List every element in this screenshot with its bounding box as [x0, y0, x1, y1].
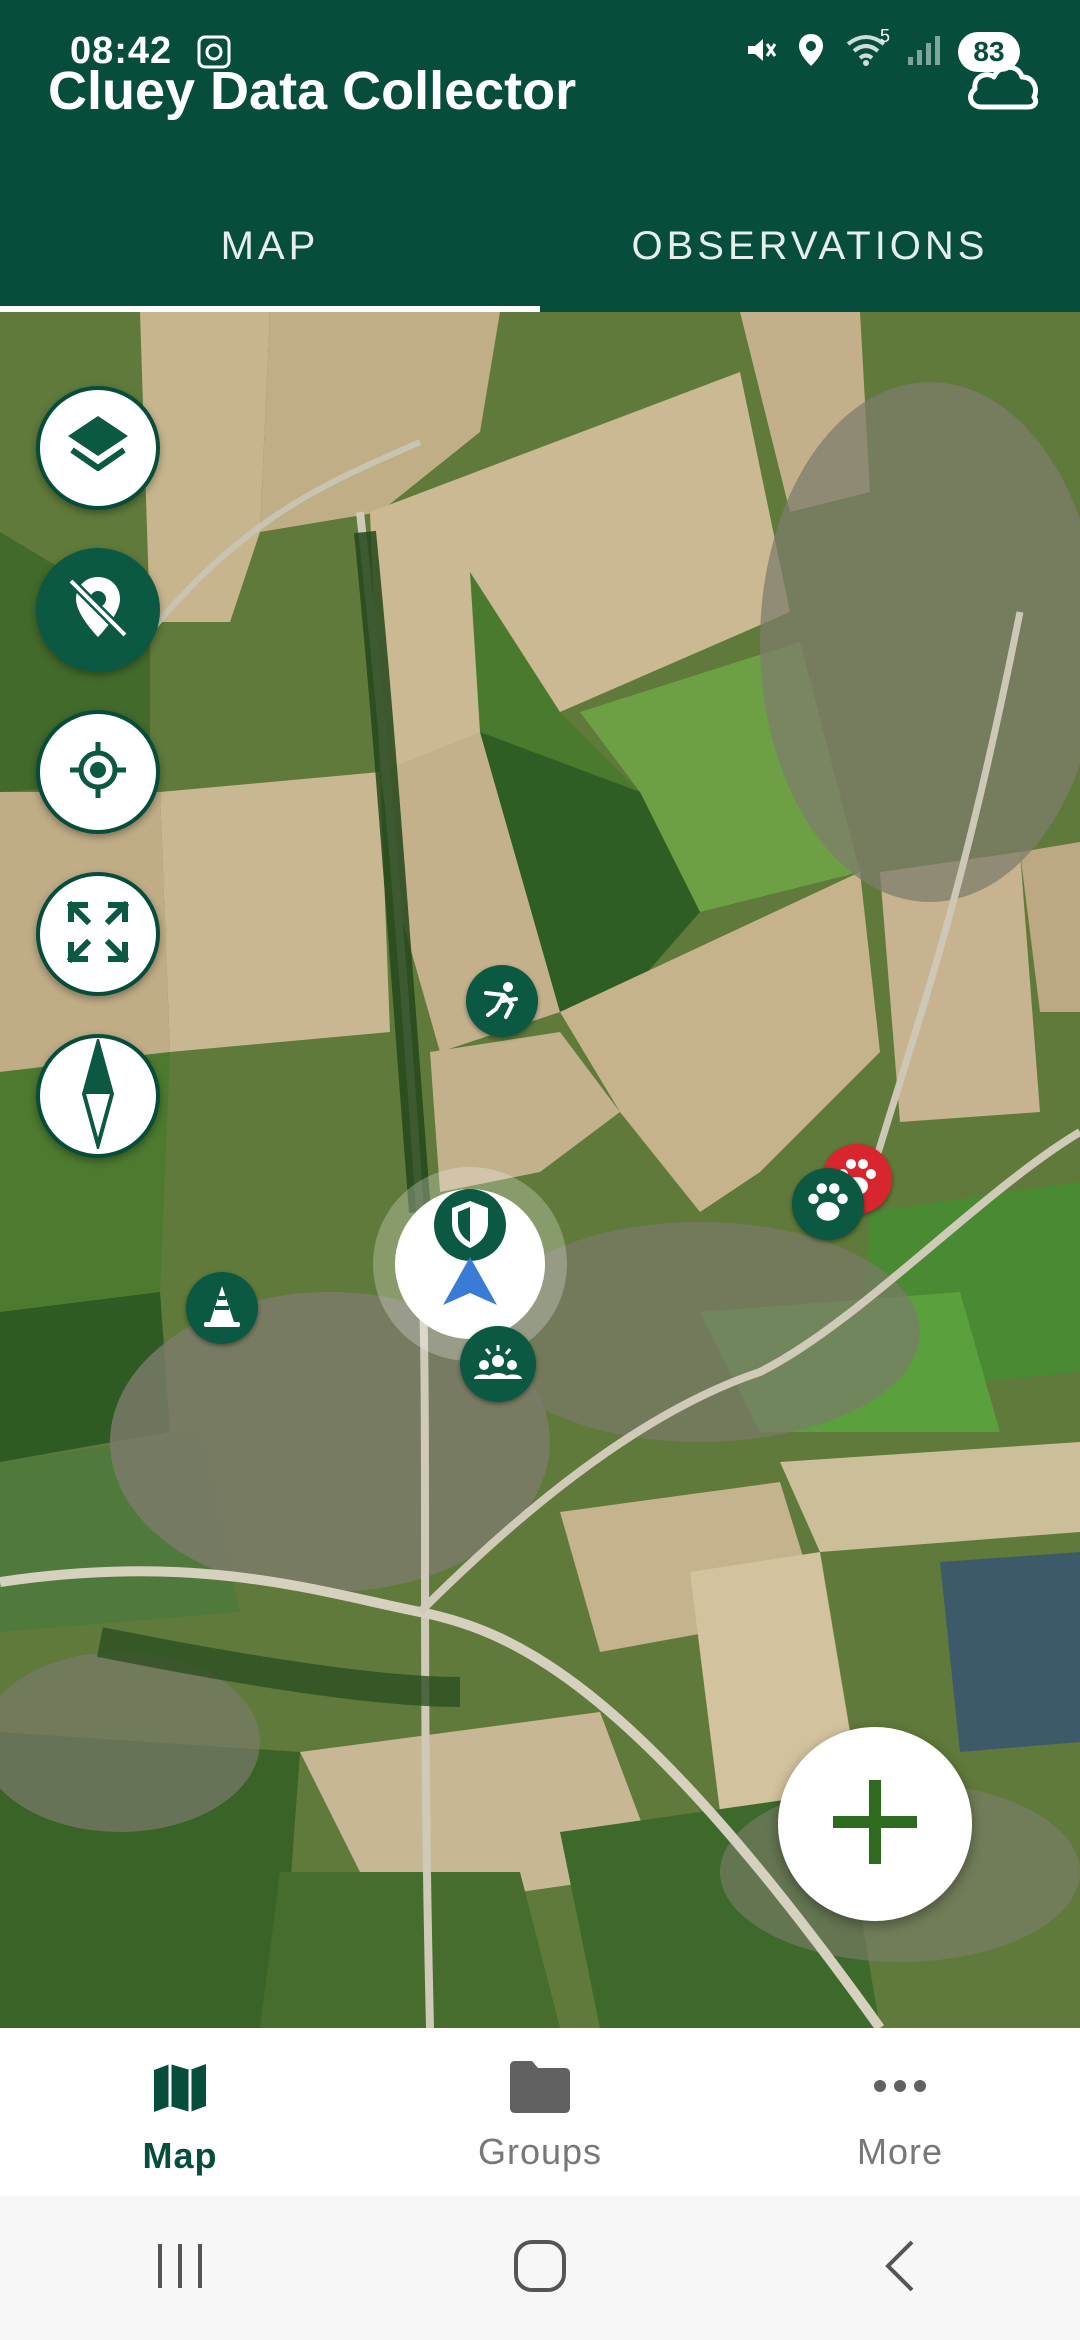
- cell-signal-icon: [906, 33, 940, 72]
- home-button[interactable]: [480, 2228, 600, 2308]
- satellite-map[interactable]: [0, 312, 1080, 2028]
- my-location-button[interactable]: [36, 710, 160, 834]
- group-icon: [472, 1341, 524, 1388]
- layers-icon: [58, 406, 138, 491]
- compass-button[interactable]: [36, 1034, 160, 1158]
- nav-label-map: Map: [142, 2135, 218, 2176]
- tab-bar: MAP OBSERVATIONS: [0, 200, 1080, 312]
- group-marker[interactable]: [460, 1326, 536, 1402]
- more-dots-icon: [870, 2058, 930, 2119]
- paw-icon: [802, 1176, 854, 1233]
- paw-marker[interactable]: [792, 1168, 864, 1240]
- traffic-cone-marker[interactable]: [186, 1272, 258, 1344]
- map-icon: [150, 2058, 210, 2123]
- navigation-arrow-icon: [439, 1253, 501, 1314]
- app-title: Cluey Data Collector: [48, 61, 577, 121]
- location-off-icon: [61, 571, 135, 650]
- add-observation-button[interactable]: [778, 1727, 972, 1921]
- hunter-marker[interactable]: [466, 965, 538, 1037]
- nav-label-groups: Groups: [477, 2131, 603, 2172]
- compass-icon: [68, 1034, 128, 1154]
- tab-observations[interactable]: OBSERVATIONS: [540, 200, 1080, 312]
- recent-apps-icon: [152, 2240, 208, 2297]
- fullscreen-icon: [65, 899, 131, 970]
- layers-button[interactable]: [36, 386, 160, 510]
- wifi-icon: 5: [844, 26, 890, 73]
- nav-item-groups[interactable]: Groups: [360, 2028, 720, 2196]
- hunter-icon: [478, 975, 526, 1028]
- nav-label-more: More: [856, 2131, 944, 2172]
- cloud-icon[interactable]: [964, 55, 1042, 118]
- app-header: 08:42 5 83 Cluey Data Collector MAP OBSE…: [0, 0, 1080, 312]
- mute-icon: [742, 32, 778, 73]
- user-location-marker[interactable]: [395, 1189, 545, 1339]
- bottom-navigation: Map Groups More: [0, 2028, 1080, 2196]
- nav-item-more[interactable]: More: [720, 2028, 1080, 2196]
- recent-apps-button[interactable]: [120, 2228, 240, 2308]
- tab-observations-label: OBSERVATIONS: [631, 223, 989, 268]
- back-icon: [880, 2236, 920, 2301]
- fullscreen-button[interactable]: [36, 872, 160, 996]
- nav-item-map[interactable]: Map: [0, 2028, 360, 2196]
- my-location-icon: [66, 738, 130, 807]
- location-pin-icon: [796, 32, 826, 73]
- back-button[interactable]: [840, 2228, 960, 2308]
- tab-map[interactable]: MAP: [0, 200, 540, 312]
- system-navigation-bar: [0, 2196, 1080, 2340]
- folder-icon: [508, 2058, 572, 2119]
- traffic-cone-icon: [198, 1282, 246, 1335]
- tab-map-label: MAP: [220, 223, 320, 268]
- location-off-button[interactable]: [36, 548, 160, 672]
- signal-label: 5: [879, 25, 890, 46]
- plus-icon: [825, 1772, 925, 1877]
- home-icon: [512, 2238, 568, 2299]
